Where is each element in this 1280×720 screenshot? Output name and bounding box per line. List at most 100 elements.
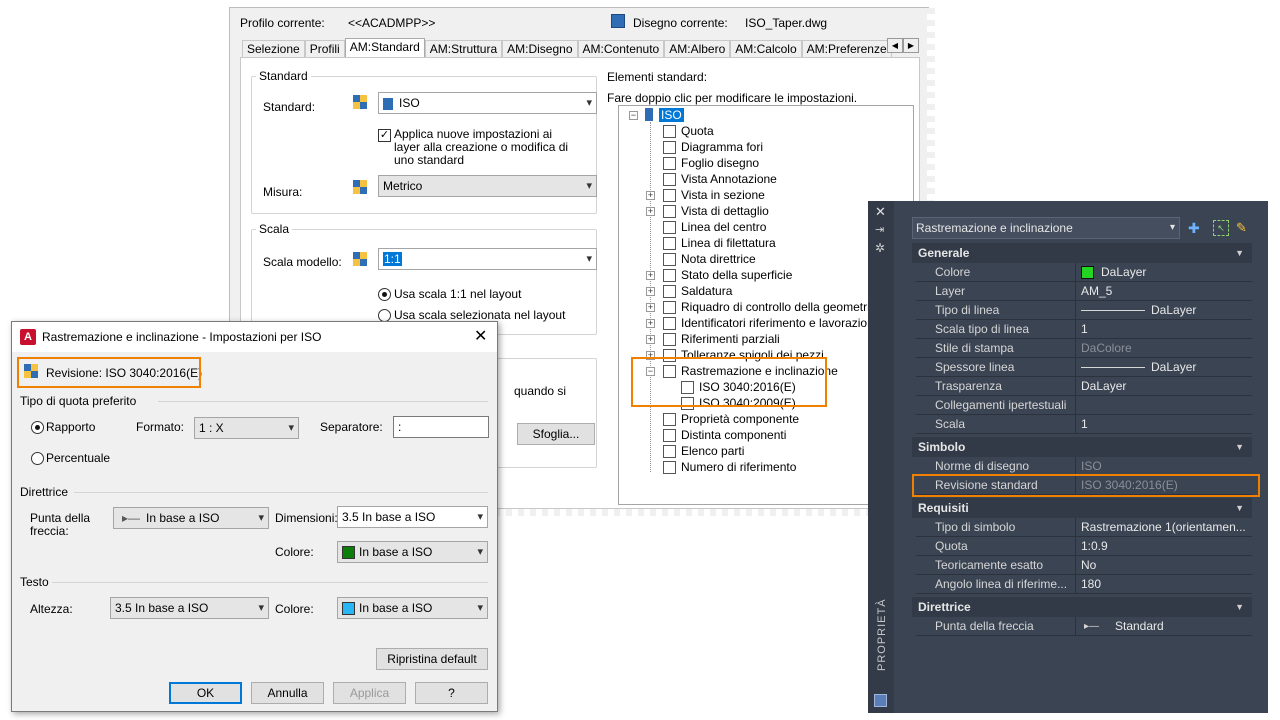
property-name: Scala tipo di linea xyxy=(935,322,1030,336)
tab-profili[interactable]: Profili xyxy=(304,40,345,58)
format-select[interactable]: 1 : X ▾ xyxy=(194,417,299,439)
tab-am-disegno[interactable]: AM:Disegno xyxy=(502,40,578,58)
tree-item[interactable]: Foglio disegno xyxy=(681,156,759,170)
property-row[interactable]: Quota 1:0.9 xyxy=(916,537,1252,556)
select-objects-icon[interactable]: ↖ xyxy=(1213,220,1229,236)
tree-item-icon xyxy=(663,189,676,202)
tree-item[interactable]: Nota direttrice xyxy=(681,252,756,266)
property-value[interactable]: AM_5 xyxy=(1081,282,1112,301)
tree-item[interactable]: Linea del centro xyxy=(681,220,766,234)
tree-item[interactable]: Riquadro di controllo della geometria xyxy=(681,300,876,314)
property-value[interactable]: DaLayer xyxy=(1081,377,1126,396)
tree-expand-icon[interactable]: + xyxy=(646,319,655,328)
section-requirements[interactable]: Requisiti ▼ xyxy=(912,498,1252,518)
tab-scroll-right-icon[interactable]: ▶ xyxy=(903,38,919,53)
tab-am-calcolo[interactable]: AM:Calcolo xyxy=(730,40,802,58)
quick-select-icon[interactable]: ✎ xyxy=(1236,220,1252,236)
separator-input[interactable]: : xyxy=(393,416,489,438)
property-row[interactable]: Trasparenza DaLayer xyxy=(916,377,1252,396)
property-row[interactable]: Tipo di simbolo Rastremazione 1(orientame… xyxy=(916,518,1252,537)
cancel-button[interactable]: Annulla xyxy=(251,682,324,704)
tab-am-albero[interactable]: AM:Albero xyxy=(664,40,731,58)
tree-item[interactable]: Stato della superficie xyxy=(681,268,792,282)
help-button[interactable]: ? xyxy=(415,682,488,704)
property-row[interactable]: Colore DaLayer xyxy=(916,263,1252,282)
tab-scroll-left-icon[interactable]: ◀ xyxy=(887,38,903,53)
autohide-icon[interactable]: ⇥ xyxy=(875,223,884,236)
property-value[interactable]: No xyxy=(1081,556,1096,575)
model-scale-select[interactable]: 1:1 ▾ xyxy=(378,248,597,270)
tab-am-contenuto[interactable]: AM:Contenuto xyxy=(577,40,665,58)
tree-expand-icon[interactable]: + xyxy=(646,287,655,296)
tab-am-preferenze[interactable]: AM:Preferenze xyxy=(801,40,892,58)
property-value[interactable]: Rastremazione 1(orientamen... xyxy=(1081,518,1246,537)
tree-item[interactable]: Quota xyxy=(681,124,714,138)
property-row[interactable]: Scala tipo di linea 1 xyxy=(916,320,1252,339)
tree-expand-icon[interactable]: + xyxy=(646,191,655,200)
tree-item[interactable]: Riferimenti parziali xyxy=(681,332,780,346)
tree-root[interactable]: ISO xyxy=(659,108,684,122)
property-row[interactable]: Scala 1 xyxy=(916,415,1252,434)
property-row[interactable]: Teoricamente esatto No xyxy=(916,556,1252,575)
radio-percent[interactable] xyxy=(31,452,44,465)
tab-selezione[interactable]: Selezione xyxy=(242,40,305,58)
arrow-select[interactable]: ▸— In base a ISO ▾ xyxy=(113,507,269,529)
tree-item[interactable]: Numero di riferimento xyxy=(681,460,796,474)
property-value[interactable]: 1 xyxy=(1081,415,1088,434)
tree-item[interactable]: Vista Annotazione xyxy=(681,172,777,186)
height-select[interactable]: 3.5 In base a ISO ▾ xyxy=(110,597,269,619)
tree-expand-icon[interactable]: + xyxy=(646,207,655,216)
property-value[interactable]: 1:0.9 xyxy=(1081,537,1108,556)
tree-item[interactable]: Vista di dettaglio xyxy=(681,204,769,218)
close-icon[interactable]: ✕ xyxy=(474,322,487,352)
text-color-select[interactable]: In base a ISO ▾ xyxy=(337,597,488,619)
tree-collapse-icon[interactable]: − xyxy=(629,111,638,120)
property-row[interactable]: Punta della freccia Standard ▸— xyxy=(916,617,1252,636)
apply-button[interactable]: Applica xyxy=(333,682,406,704)
dim-select[interactable]: 3.5 In base a ISO ▾ xyxy=(337,506,488,528)
radio-scale-1to1[interactable] xyxy=(378,288,391,301)
standard-select[interactable]: ISO ▾ xyxy=(378,92,597,114)
browse-button[interactable]: Sfoglia... xyxy=(517,423,595,445)
tree-item[interactable]: Vista in sezione xyxy=(681,188,765,202)
tree-item[interactable]: Identificatori riferimento e lavorazione… xyxy=(681,316,888,330)
dim-value: 3.5 In base a ISO xyxy=(342,510,436,524)
tree-item[interactable]: Proprietà componente xyxy=(681,412,799,426)
property-value[interactable]: DaLayer xyxy=(1101,263,1146,282)
tree-item[interactable]: Elenco parti xyxy=(681,444,744,458)
tab-am-standard[interactable]: AM:Standard xyxy=(344,38,425,58)
apply-layers-checkbox[interactable]: ✓ xyxy=(378,129,391,142)
tree-item[interactable]: Saldatura xyxy=(681,284,732,298)
measure-select[interactable]: Metrico ▾ xyxy=(378,175,597,197)
radio-ratio[interactable] xyxy=(31,421,44,434)
property-value[interactable]: 180 xyxy=(1081,575,1101,594)
property-row[interactable]: Collegamenti ipertestuali xyxy=(916,396,1252,415)
tree-expand-icon[interactable]: + xyxy=(646,303,655,312)
property-value[interactable]: DaColore xyxy=(1081,339,1132,358)
tree-item[interactable]: Linea di filettatura xyxy=(681,236,776,250)
tree-item[interactable]: Distinta componenti xyxy=(681,428,786,442)
tree-expand-icon[interactable]: + xyxy=(646,271,655,280)
reset-default-button[interactable]: Ripristina default xyxy=(376,648,488,670)
property-value[interactable]: 1 xyxy=(1081,320,1088,339)
property-row[interactable]: Stile di stampa DaColore xyxy=(916,339,1252,358)
toggle-pickadd-icon[interactable]: ✚ xyxy=(1188,220,1204,236)
property-value[interactable]: DaLayer xyxy=(1151,301,1196,320)
property-row[interactable]: Spessore linea DaLayer xyxy=(916,358,1252,377)
property-row[interactable]: Tipo di linea DaLayer xyxy=(916,301,1252,320)
property-value[interactable]: DaLayer xyxy=(1151,358,1196,377)
section-leader[interactable]: Direttrice ▼ xyxy=(912,597,1252,617)
section-symbol[interactable]: Simbolo ▼ xyxy=(912,437,1252,457)
tab-am-struttura[interactable]: AM:Struttura xyxy=(424,40,503,58)
tree-item[interactable]: Diagramma fori xyxy=(681,140,763,154)
section-general[interactable]: Generale ▼ xyxy=(912,243,1252,263)
settings-icon[interactable]: ✲ xyxy=(875,241,885,255)
ok-button[interactable]: OK xyxy=(169,682,242,704)
object-type-select[interactable]: Rastremazione e inclinazione ▾ xyxy=(912,217,1180,239)
tree-expand-icon[interactable]: + xyxy=(646,335,655,344)
close-icon[interactable]: ✕ xyxy=(875,204,886,220)
property-value[interactable]: Standard xyxy=(1115,617,1164,636)
property-row[interactable]: Layer AM_5 xyxy=(916,282,1252,301)
leader-color-select[interactable]: In base a ISO ▾ xyxy=(337,541,488,563)
property-row[interactable]: Angolo linea di riferime... 180 xyxy=(916,575,1252,594)
